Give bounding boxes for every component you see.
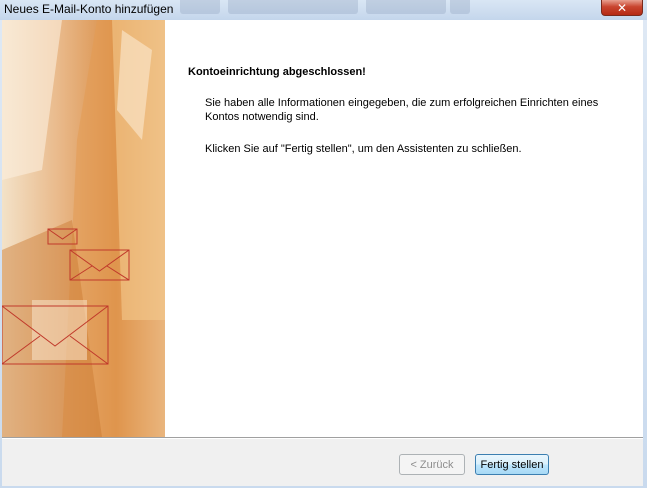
background-taskbar-ghost	[450, 0, 470, 14]
background-taskbar-ghost	[366, 0, 446, 14]
wizard-banner-image	[2, 20, 165, 437]
finish-button[interactable]: Fertig stellen	[475, 454, 549, 475]
page-title: Kontoeinrichtung abgeschlossen!	[188, 66, 366, 78]
button-separator	[2, 437, 643, 439]
title-bar[interactable]: Neues E-Mail-Konto hinzufügen ✕	[0, 0, 647, 20]
close-button[interactable]: ✕	[601, 0, 643, 16]
dialog-body: Kontoeinrichtung abgeschlossen! Sie habe…	[2, 20, 643, 486]
window-title: Neues E-Mail-Konto hinzufügen	[4, 2, 174, 16]
instruction-text: Klicken Sie auf "Fertig stellen", um den…	[205, 143, 522, 155]
background-taskbar-ghost	[228, 0, 358, 14]
wizard-content-panel: Kontoeinrichtung abgeschlossen! Sie habe…	[165, 20, 643, 437]
back-button[interactable]: < Zurück	[399, 454, 465, 475]
close-icon: ✕	[616, 0, 628, 15]
dialog-window: Neues E-Mail-Konto hinzufügen ✕ Kontoein…	[0, 0, 647, 488]
envelope-illustration	[2, 20, 165, 437]
info-text: Sie haben alle Informationen eingegeben,…	[205, 97, 599, 123]
background-taskbar-ghost	[180, 0, 220, 14]
